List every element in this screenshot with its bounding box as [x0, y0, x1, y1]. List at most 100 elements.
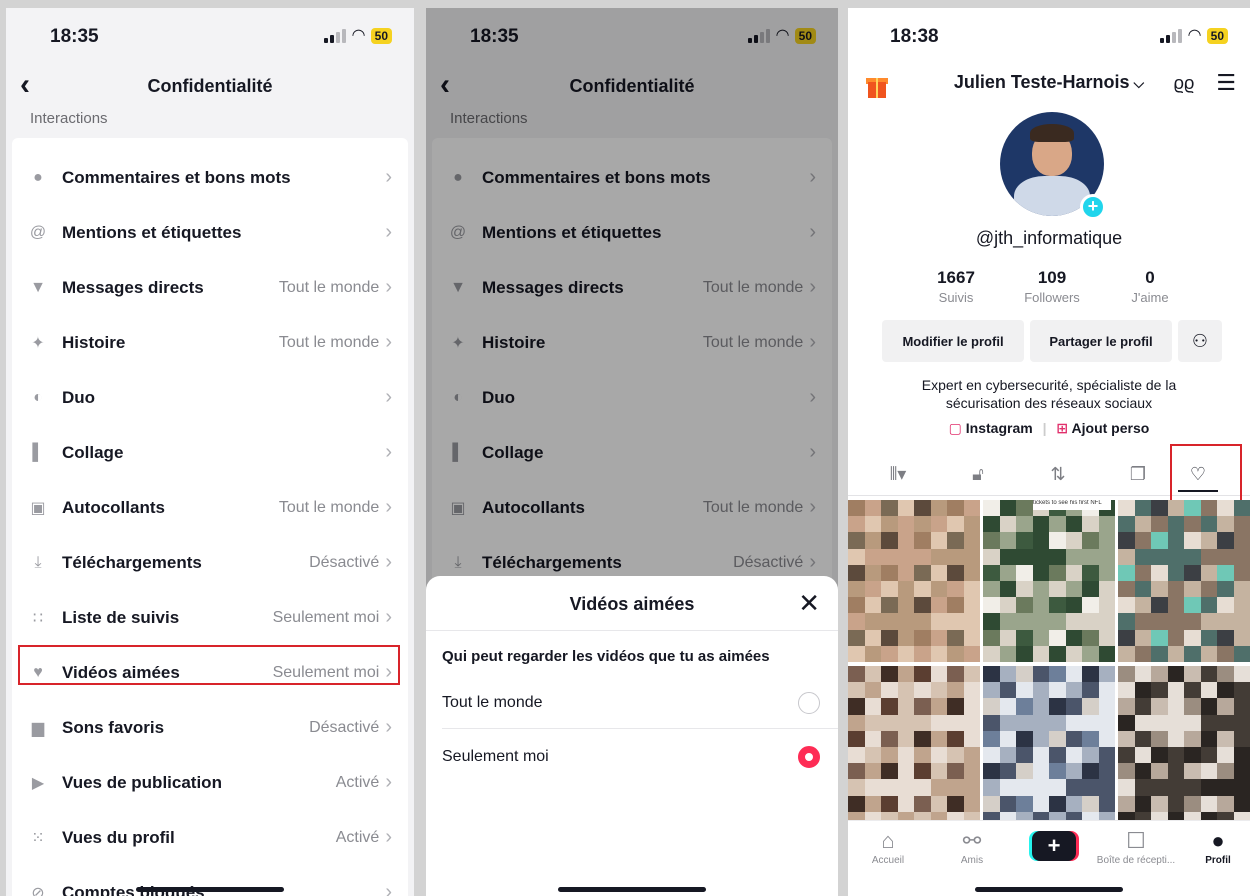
- profile-name: Julien Teste-Harnois: [953, 72, 1130, 92]
- wifi-icon: ◠: [352, 27, 365, 44]
- settings-row[interactable]: @ Mentions et étiquettes ›: [12, 205, 408, 260]
- duet-icon: ◐: [33, 388, 43, 406]
- settings-row[interactable]: ▶ Vues de publication Activé ›: [12, 755, 408, 810]
- close-icon[interactable]: ✕: [798, 590, 820, 616]
- tab-videos-icon[interactable]: ⫴▾: [858, 452, 938, 496]
- settings-row[interactable]: ⁙ Vues du profil Activé ›: [12, 810, 408, 865]
- footprints-icon: ⁙: [31, 829, 45, 847]
- settings-row-value: Désactivé: [309, 553, 380, 571]
- settings-row[interactable]: ▼ Messages directs Tout le monde ›: [12, 260, 408, 315]
- status-time: 18:35: [50, 26, 99, 47]
- settings-row-label: Messages directs: [62, 277, 204, 297]
- home-indicator: [975, 887, 1123, 892]
- stat-label: Followers: [1024, 290, 1080, 305]
- tab-reposts-icon[interactable]: ⇅: [1018, 452, 1098, 496]
- add-story-icon[interactable]: +: [1080, 194, 1106, 220]
- battery-icon: 50: [370, 28, 392, 44]
- video-grid: tickets to see his first NFL: [848, 496, 1250, 828]
- signal-icon: [1160, 29, 1183, 43]
- menu-icon[interactable]: ☰: [1216, 70, 1236, 96]
- friends-icon: ⚯: [962, 828, 982, 853]
- chevron-right-icon: ›: [385, 276, 392, 298]
- settings-row-label: Autocollants: [62, 497, 165, 517]
- instagram-icon: ▢: [948, 420, 962, 436]
- bottom-sheet: Vidéos aimées ✕ Qui peut regarder les vi…: [426, 576, 838, 896]
- at-icon: @: [29, 223, 47, 241]
- stat-following[interactable]: 1667 Suivis: [906, 268, 1006, 305]
- bio: Expert en cybersecurité, spécialiste de …: [848, 376, 1250, 412]
- nav-label: Profil: [1205, 855, 1231, 866]
- video-thumbnail[interactable]: tickets to see his first NFL: [983, 500, 1115, 662]
- settings-row[interactable]: ⤓ Téléchargements Désactivé ›: [12, 535, 408, 590]
- settings-row-label: Téléchargements: [62, 552, 202, 572]
- add-link[interactable]: Ajout perso: [1072, 420, 1150, 436]
- stat-followers[interactable]: 109 Followers: [1002, 268, 1102, 305]
- bio-line: sécurisation des réseaux sociaux: [945, 395, 1153, 411]
- wifi-icon: ◠: [1188, 27, 1201, 44]
- nav-bar: ‹ Confidentialité: [6, 64, 414, 112]
- video-caption: tickets to see his first NFL: [1033, 500, 1111, 510]
- edit-profile-button[interactable]: Modifier le profil: [882, 320, 1024, 362]
- option-label: Tout le monde: [442, 694, 543, 711]
- tab-private-icon[interactable]: 🔓︎: [938, 452, 1018, 496]
- stat-likes[interactable]: 0 J'aime: [1100, 268, 1200, 305]
- video-thumbnail[interactable]: [1118, 666, 1250, 828]
- create-button[interactable]: +: [1032, 831, 1076, 861]
- settings-row[interactable]: ● Commentaires et bons mots ›: [12, 150, 408, 205]
- chevron-right-icon: ›: [385, 166, 392, 188]
- settings-row-value: Activé: [335, 773, 380, 791]
- settings-row-value: Activé: [335, 828, 380, 846]
- bottom-nav: ⌂ Accueil ⚯ Amis + ☐ Boîte de récepti... ● P…: [848, 820, 1250, 896]
- settings-row-label: Commentaires et bons mots: [62, 167, 291, 187]
- privacy-sheet-screen: 18:35 ◠ 50 ‹ Confidentialité Interaction…: [426, 8, 838, 896]
- bio-line: Expert en cybersecurité, spécialiste de …: [921, 377, 1177, 393]
- chevron-right-icon: ›: [385, 606, 392, 628]
- status-time: 18:38: [890, 26, 939, 47]
- option-only-me[interactable]: Seulement moi: [442, 732, 820, 782]
- radio-selected-icon[interactable]: [798, 746, 820, 768]
- option-everyone[interactable]: Tout le monde: [442, 678, 820, 728]
- settings-row-label: Vues du profil: [62, 827, 175, 847]
- section-label: Interactions: [30, 110, 108, 127]
- status-icons: ◠ 50: [324, 28, 392, 44]
- chevron-right-icon: ›: [385, 441, 392, 463]
- bookmark-icon: ▆: [31, 719, 45, 737]
- instagram-link[interactable]: Instagram: [966, 420, 1033, 436]
- settings-row-label: Collage: [62, 442, 124, 462]
- nav-inbox[interactable]: ☐ Boîte de récepti...: [1096, 827, 1176, 866]
- video-thumbnail[interactable]: [848, 500, 980, 662]
- settings-row[interactable]: ∷ Liste de suivis Seulement moi ›: [12, 590, 408, 645]
- stat-label: J'aime: [1131, 290, 1169, 305]
- settings-row[interactable]: ✦ Histoire Tout le monde ›: [12, 315, 408, 370]
- divider: [426, 630, 838, 631]
- inbox-icon: ☐: [1126, 828, 1146, 853]
- download-icon: ⤓: [34, 553, 42, 571]
- settings-row-value: Seulement moi: [272, 608, 380, 626]
- nav-friends[interactable]: ⚯ Amis: [932, 827, 1012, 866]
- settings-row[interactable]: ▌ Collage ›: [12, 425, 408, 480]
- video-thumbnail[interactable]: [983, 666, 1115, 828]
- nav-profile[interactable]: ● Profil: [1178, 827, 1250, 866]
- share-profile-button[interactable]: Partager le profil: [1030, 320, 1172, 362]
- sheet-question: Qui peut regarder les vidéos que tu as a…: [442, 648, 770, 665]
- radio-unselected-icon[interactable]: [798, 692, 820, 714]
- chevron-right-icon: ›: [385, 716, 392, 738]
- settings-row-value: Tout le monde: [278, 278, 380, 296]
- video-thumbnail[interactable]: [848, 666, 980, 828]
- footprints-icon[interactable]: ϱϱ: [1174, 73, 1195, 94]
- settings-row-label: Sons favoris: [62, 717, 165, 737]
- home-indicator: [558, 887, 706, 892]
- settings-row[interactable]: ▆ Sons favoris Désactivé ›: [12, 700, 408, 755]
- play-icon: ▶: [31, 774, 45, 792]
- nav-home[interactable]: ⌂ Accueil: [848, 827, 928, 866]
- add-friend-icon[interactable]: ⚇: [1178, 320, 1222, 362]
- settings-row[interactable]: ◐ Duo ›: [12, 370, 408, 425]
- video-thumbnail[interactable]: [1118, 500, 1250, 662]
- settings-row[interactable]: ▣ Autocollants Tout le monde ›: [12, 480, 408, 535]
- settings-row-label: Histoire: [62, 332, 126, 352]
- profile-icon: ●: [1211, 828, 1225, 853]
- status-bar: 18:38 ◠ 50: [848, 8, 1250, 64]
- page-title: Confidentialité: [147, 76, 273, 96]
- signal-icon: [324, 29, 347, 43]
- settings-row-label: Vues de publication: [62, 772, 222, 792]
